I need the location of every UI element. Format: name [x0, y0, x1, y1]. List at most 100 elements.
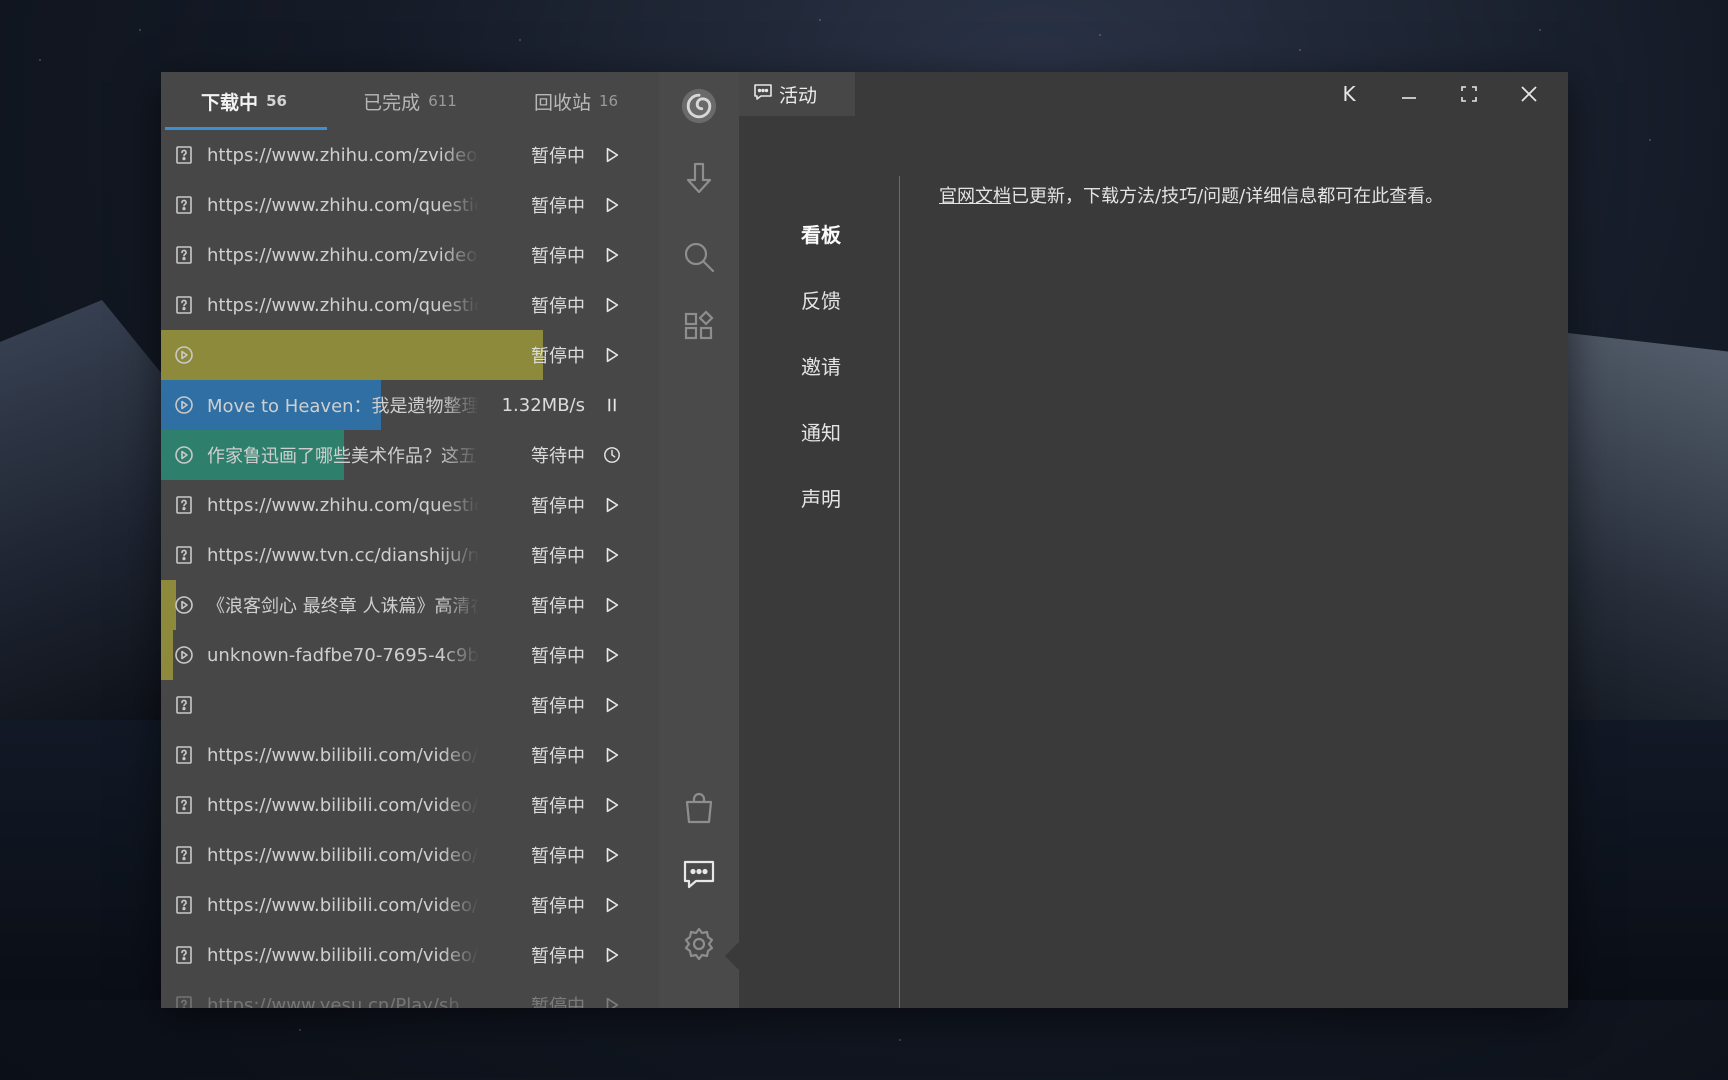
play-icon[interactable] — [601, 994, 623, 1008]
close-button[interactable] — [1507, 76, 1551, 112]
task-row[interactable]: 作家鲁迅画了哪些美术作品？这五个 等待中 — [161, 430, 659, 480]
task-row[interactable]: unknown-fadfbe70-7695-4c9b-a 暂停中 — [161, 630, 659, 680]
play-icon[interactable] — [601, 544, 623, 566]
play-icon[interactable] — [601, 194, 623, 216]
task-status: 暂停中 — [531, 346, 585, 367]
unknown-file-icon — [173, 844, 195, 866]
task-tabs: 下载中 56 已完成 611 回收站 16 — [161, 72, 659, 130]
task-name: 《浪客剑心 最终章 人诛篇》高清在线 — [207, 596, 479, 617]
task-name: https://www.yesu.cn/Play/sh — [207, 994, 460, 1009]
maximize-icon — [1461, 86, 1477, 102]
tab-completed[interactable]: 已完成 611 — [327, 72, 493, 130]
play-icon[interactable] — [601, 344, 623, 366]
task-row[interactable]: https://www.bilibili.com/video/B 暂停中 — [161, 780, 659, 830]
play-icon[interactable] — [601, 494, 623, 516]
play-icon[interactable] — [601, 144, 623, 166]
search-icon[interactable] — [677, 235, 721, 279]
task-row[interactable]: https://www.zhihu.com/question 暂停中 — [161, 480, 659, 530]
play-icon[interactable] — [601, 294, 623, 316]
play-icon[interactable] — [601, 794, 623, 816]
subnav-invite[interactable]: 邀请 — [801, 332, 921, 398]
tab-recycle-bin[interactable]: 回收站 16 — [493, 72, 659, 130]
task-name: Move to Heaven：我是遗物整理师 — [207, 396, 479, 417]
task-row[interactable]: https://www.bilibili.com/video/B 暂停中 — [161, 930, 659, 980]
task-row[interactable]: https://www.bilibili.com/video/B 暂停中 — [161, 730, 659, 780]
task-status: 暂停中 — [531, 996, 585, 1008]
chat-icon[interactable] — [677, 852, 721, 896]
unknown-file-icon — [173, 694, 195, 716]
task-status: 暂停中 — [531, 796, 585, 817]
unknown-file-icon — [173, 744, 195, 766]
task-status: 暂停中 — [531, 546, 585, 567]
play-icon[interactable] — [601, 644, 623, 666]
close-icon — [1521, 86, 1537, 102]
task-name: https://www.bilibili.com/video/B — [207, 894, 479, 916]
download-icon[interactable] — [677, 156, 721, 200]
task-status: 暂停中 — [531, 646, 585, 667]
task-row[interactable]: https://www.bilibili.com/video/B 暂停中 — [161, 880, 659, 930]
task-row[interactable]: https://www.zhihu.com/zvideo/1 暂停中 — [161, 130, 659, 180]
title-bar: 活动 K — [739, 72, 1568, 116]
play-icon[interactable] — [601, 944, 623, 966]
pause-icon[interactable] — [601, 394, 623, 416]
background-mountain-left — [0, 300, 170, 720]
task-name: https://www.bilibili.com/video/B — [207, 794, 479, 816]
pin-button[interactable]: K — [1327, 76, 1371, 112]
video-icon — [173, 594, 195, 616]
chat-bubble-icon — [753, 82, 773, 107]
task-status: 等待中 — [531, 446, 585, 467]
task-row[interactable]: https://www.bilibili.com/video/B 暂停中 — [161, 830, 659, 880]
subnav-statement[interactable]: 声明 — [801, 464, 921, 530]
task-name: https://www.zhihu.com/question — [207, 194, 479, 216]
task-row[interactable]: Move to Heaven：我是遗物整理师 1.32MB/s — [161, 380, 659, 430]
task-row[interactable]: https://www.zhihu.com/question 暂停中 — [161, 180, 659, 230]
task-name: unknown-fadfbe70-7695-4c9b-a — [207, 644, 479, 666]
clock-icon[interactable] — [601, 444, 623, 466]
play-icon[interactable] — [601, 244, 623, 266]
task-name: https://www.bilibili.com/video/B — [207, 844, 479, 866]
task-row[interactable]: https://www.zhihu.com/zvideo/1 暂停中 — [161, 230, 659, 280]
activity-tab[interactable]: 活动 — [739, 72, 855, 116]
task-status: 暂停中 — [531, 696, 585, 717]
task-status: 暂停中 — [531, 296, 585, 317]
unknown-file-icon — [173, 894, 195, 916]
play-icon[interactable] — [601, 894, 623, 916]
apps-icon[interactable] — [677, 306, 721, 350]
minimize-button[interactable] — [1387, 76, 1431, 112]
active-nav-pointer — [725, 942, 739, 970]
tab-count: 56 — [266, 92, 287, 110]
task-name: 作家鲁迅画了哪些美术作品？这五个 — [207, 446, 479, 467]
settings-icon[interactable] — [677, 922, 721, 966]
video-icon — [173, 444, 195, 466]
subnav-board[interactable]: 看板 — [801, 200, 921, 266]
task-row[interactable]: 暂停中 — [161, 330, 659, 380]
task-row[interactable]: 《浪客剑心 最终章 人诛篇》高清在线 暂停中 — [161, 580, 659, 630]
shop-icon[interactable] — [677, 786, 721, 830]
subnav-notice[interactable]: 通知 — [801, 398, 921, 464]
tab-downloading[interactable]: 下载中 56 — [161, 72, 327, 130]
maximize-button[interactable] — [1447, 76, 1491, 112]
task-status: 暂停中 — [531, 896, 585, 917]
play-icon[interactable] — [601, 844, 623, 866]
unknown-file-icon — [173, 544, 195, 566]
play-icon[interactable] — [601, 594, 623, 616]
unknown-file-icon — [173, 294, 195, 316]
task-row[interactable]: https://www.yesu.cn/Play/sh 暂停中 — [161, 980, 659, 1008]
task-status: 暂停中 — [531, 196, 585, 217]
subnav-feedback[interactable]: 反馈 — [801, 266, 921, 332]
task-status: 1.32MB/s — [501, 394, 585, 416]
play-icon[interactable] — [601, 694, 623, 716]
task-list-panel: 下载中 56 已完成 611 回收站 16 https://www.zhihu.… — [161, 72, 659, 1008]
docs-link[interactable]: 官网文档 — [939, 186, 1011, 207]
task-row[interactable]: https://www.tvn.cc/dianshiju/nvz 暂停中 — [161, 530, 659, 580]
task-row[interactable]: 暂停中 — [161, 680, 659, 730]
tab-count: 611 — [428, 92, 457, 110]
app-window: 下载中 56 已完成 611 回收站 16 https://www.zhihu.… — [161, 72, 1568, 1008]
activity-tab-label: 活动 — [779, 84, 818, 107]
logo-icon[interactable] — [677, 84, 721, 128]
unknown-file-icon — [173, 794, 195, 816]
task-status: 暂停中 — [531, 596, 585, 617]
play-icon[interactable] — [601, 744, 623, 766]
unknown-file-icon — [173, 994, 195, 1008]
task-row[interactable]: https://www.zhihu.com/question 暂停中 — [161, 280, 659, 330]
